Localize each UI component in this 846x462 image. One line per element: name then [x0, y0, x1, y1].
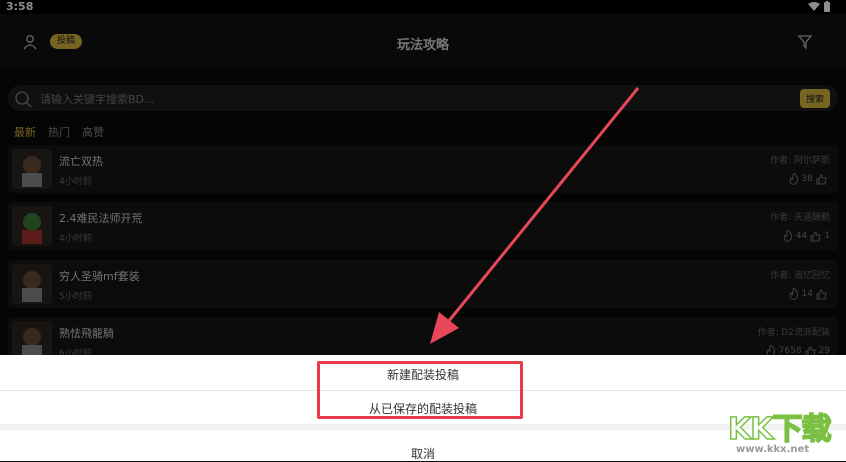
watermark-brand: KK下载: [727, 411, 832, 448]
annotation-arrow: [430, 87, 640, 344]
watermark-logo: KK下载 www.kkx.net: [727, 404, 846, 461]
watermark-site: www.kkx.net: [736, 444, 810, 455]
